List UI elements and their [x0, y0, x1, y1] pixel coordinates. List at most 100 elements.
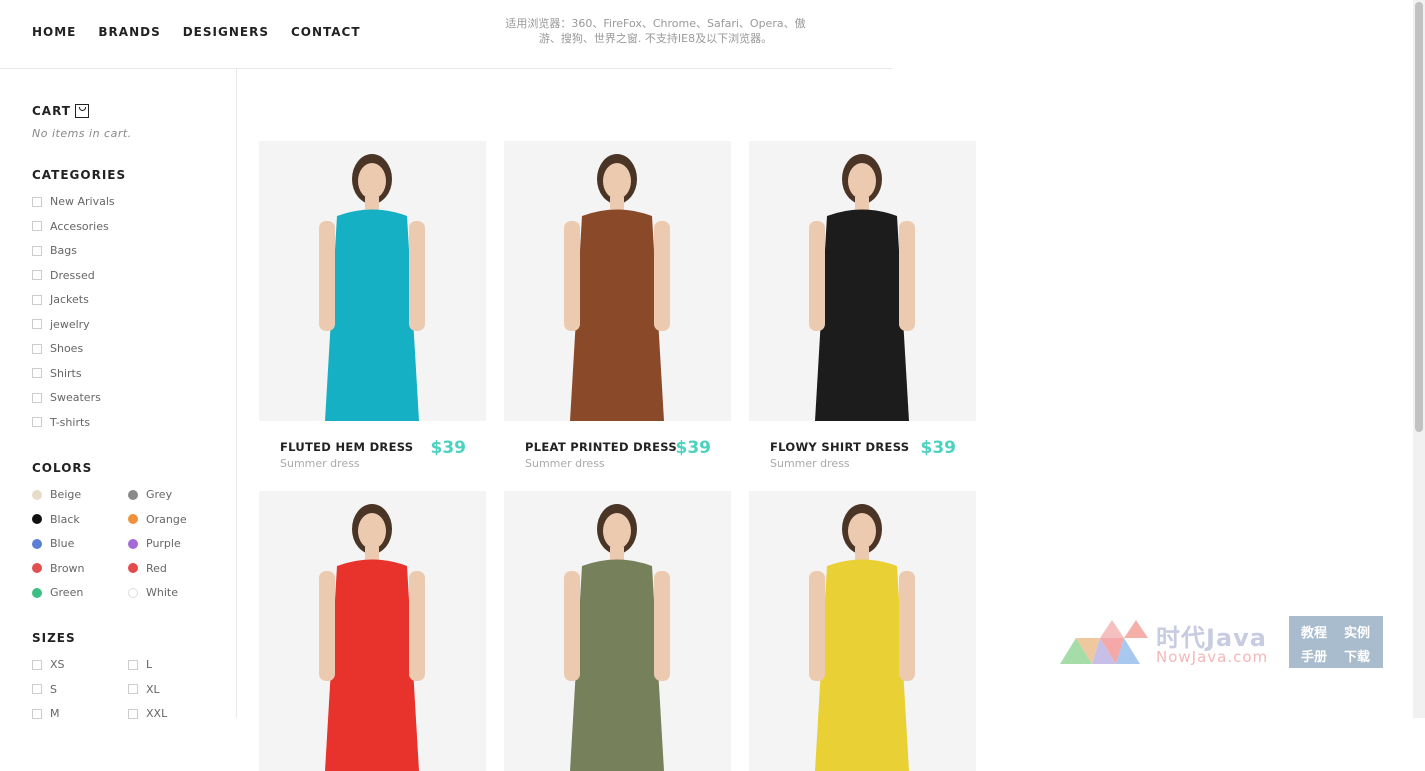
product-photo[interactable] [504, 491, 731, 771]
browser-notice: 适用浏览器：360、FireFox、Chrome、Safari、Opera、傲游… [505, 17, 806, 45]
checkbox[interactable] [128, 708, 138, 719]
color-option[interactable]: Brown [32, 562, 85, 575]
product-card[interactable] [504, 491, 731, 771]
header: HOME BRANDS DESIGNERS CONTACT 适用浏览器：360、… [0, 0, 892, 69]
category-item[interactable]: Dressed [32, 269, 95, 282]
color-swatch-icon [128, 587, 138, 598]
size-option[interactable]: XS [32, 658, 65, 671]
product-photo[interactable] [259, 491, 486, 771]
checkbox[interactable] [32, 294, 42, 305]
color-swatch-icon [32, 538, 42, 549]
cart-empty-text: No items in cart. [32, 127, 132, 140]
color-swatch-icon [128, 538, 138, 549]
checkbox[interactable] [32, 221, 42, 231]
color-label: Orange [146, 512, 187, 526]
color-swatch-icon [32, 563, 42, 573]
category-item[interactable]: New Arivals [32, 195, 115, 208]
color-swatch-icon [32, 514, 42, 524]
size-label: XS [50, 658, 65, 671]
nav-home[interactable]: HOME [32, 25, 76, 39]
product-name[interactable]: PLEAT PRINTED DRESS [525, 440, 677, 454]
size-label: XL [146, 682, 160, 696]
checkbox[interactable] [32, 245, 42, 256]
checkbox[interactable] [32, 196, 42, 207]
watermark-box-text: 教程 [1301, 626, 1328, 641]
product-photo[interactable] [749, 491, 976, 771]
color-option[interactable]: Black [32, 513, 80, 526]
product-name[interactable]: FLOWY SHIRT DRESS [770, 440, 909, 454]
category-item[interactable]: Sweaters [32, 391, 101, 404]
category-item[interactable]: T-shirts [32, 416, 90, 429]
color-option[interactable]: Blue [32, 537, 74, 550]
category-label: Bags [50, 244, 78, 257]
product-subtitle: Summer dress [770, 457, 850, 470]
category-item[interactable]: Jackets [32, 293, 89, 306]
checkbox[interactable] [32, 659, 42, 670]
product-name[interactable]: FLUTED HEM DRESS [280, 440, 413, 454]
checkbox[interactable] [32, 319, 42, 329]
color-label: Purple [146, 537, 181, 550]
checkbox[interactable] [128, 659, 138, 670]
color-option[interactable]: Green [32, 586, 83, 599]
size-label: XXL [146, 707, 168, 720]
color-label: Green [50, 586, 84, 599]
color-label: Red [146, 561, 167, 575]
category-item[interactable]: Shirts [32, 367, 82, 380]
color-option[interactable]: White [128, 586, 178, 599]
size-option[interactable]: S [32, 683, 57, 696]
cart-title: CART [32, 104, 71, 118]
color-label: White [146, 586, 178, 599]
category-item[interactable]: Accesories [32, 220, 109, 233]
cart-heading[interactable]: CART [32, 104, 89, 118]
nav-brands[interactable]: BRANDS [98, 25, 160, 39]
color-option[interactable]: Red [128, 562, 167, 575]
category-item[interactable]: jewelry [32, 318, 90, 331]
checkbox[interactable] [32, 343, 42, 354]
color-label: Black [50, 512, 80, 526]
checkbox[interactable] [32, 270, 42, 280]
sidebar: CART No items in cart. CATEGORIES New Ar… [0, 68, 237, 720]
watermark-box-text: 手册 [1301, 650, 1328, 665]
product-photo[interactable] [259, 141, 486, 421]
product-card[interactable]: FLOWY SHIRT DRESS Summer dress $39 [749, 141, 976, 470]
category-label: Shoes [50, 342, 84, 355]
colors-title: COLORS [32, 461, 93, 475]
vertical-scrollbar[interactable] [1413, 0, 1425, 718]
product-card[interactable]: FLUTED HEM DRESS Summer dress $39 [259, 141, 486, 470]
color-option[interactable]: Beige [32, 488, 81, 501]
checkbox[interactable] [128, 684, 138, 694]
size-label: L [146, 658, 153, 671]
checkbox[interactable] [32, 392, 42, 403]
shopping-bag-icon[interactable] [74, 104, 89, 118]
checkbox[interactable] [32, 708, 42, 719]
checkbox[interactable] [32, 417, 42, 427]
main-nav: HOME BRANDS DESIGNERS CONTACT [32, 25, 361, 39]
category-item[interactable]: Bags [32, 244, 77, 257]
product-card[interactable]: PLEAT PRINTED DRESS Summer dress $39 [504, 141, 731, 470]
scrollbar-thumb[interactable] [1415, 2, 1423, 432]
checkbox[interactable] [32, 368, 42, 378]
size-option[interactable]: M [32, 707, 60, 720]
category-label: Shirts [50, 366, 82, 380]
checkbox[interactable] [32, 684, 42, 694]
nav-contact[interactable]: CONTACT [291, 25, 361, 39]
watermark-box: 教程 实例 手册 下载 [1289, 616, 1383, 668]
product-photo[interactable] [504, 141, 731, 421]
color-option[interactable]: Purple [128, 537, 181, 550]
categories-title: CATEGORIES [32, 168, 127, 182]
color-swatch-icon [128, 514, 138, 524]
product-card[interactable] [259, 491, 486, 771]
size-option[interactable]: XL [128, 683, 160, 696]
size-option[interactable]: L [128, 658, 152, 671]
product-photo[interactable] [749, 141, 976, 421]
nav-designers[interactable]: DESIGNERS [183, 25, 269, 39]
color-option[interactable]: Orange [128, 513, 187, 526]
color-option[interactable]: Grey [128, 488, 172, 501]
category-label: Accesories [50, 219, 109, 233]
color-swatch-icon [128, 489, 138, 500]
watermark-url: NowJava.com [1156, 648, 1269, 666]
watermark-box-text: 下载 [1344, 650, 1371, 665]
category-item[interactable]: Shoes [32, 342, 83, 355]
size-option[interactable]: XXL [128, 707, 167, 720]
product-card[interactable] [749, 491, 976, 771]
